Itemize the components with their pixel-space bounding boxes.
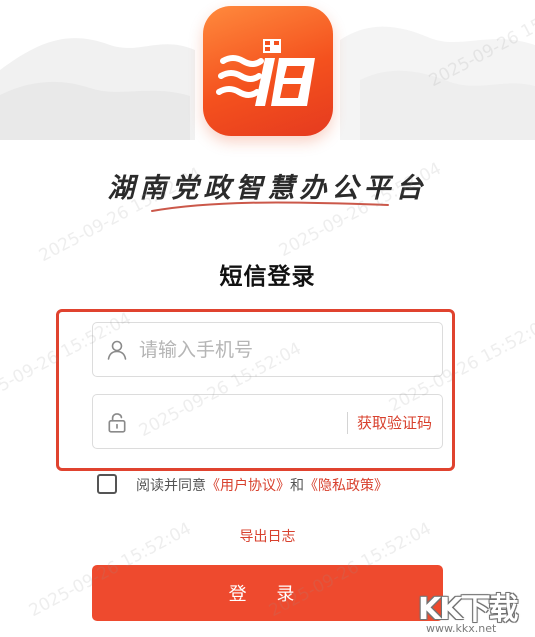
agreement-text: 阅读并同意《用户协议》和《隐私政策》: [136, 475, 388, 495]
agreement-prefix: 阅读并同意: [136, 478, 206, 494]
site-badge: KK下载 www.kkx.net: [416, 584, 535, 637]
title-underline-swoosh: [151, 201, 389, 212]
phone-field[interactable]: [92, 322, 443, 377]
user-icon: [107, 340, 127, 360]
phone-input[interactable]: [139, 331, 429, 369]
watermark-text: 2025-09-26 15:52:04: [425, 0, 535, 92]
export-log-row: 导出日志: [0, 526, 535, 546]
site-badge-url: www.kkx.net: [426, 622, 497, 635]
login-button[interactable]: 登 录: [92, 565, 443, 621]
agreement-and: 和: [290, 478, 304, 494]
verification-code-field[interactable]: 获取验证码: [92, 394, 443, 449]
user-agreement-link[interactable]: 《用户协议》: [206, 478, 290, 494]
get-code-button[interactable]: 获取验证码: [357, 412, 432, 433]
sms-login-heading: 短信登录: [219, 264, 316, 290]
lock-icon: [108, 413, 126, 433]
privacy-policy-link[interactable]: 《隐私政策》: [304, 478, 388, 494]
app-logo-icon: [203, 6, 333, 136]
field-divider: [347, 412, 348, 434]
agreement-checkbox[interactable]: [97, 474, 117, 494]
verification-code-input[interactable]: [139, 403, 379, 441]
export-log-link[interactable]: 导出日志: [240, 529, 296, 545]
